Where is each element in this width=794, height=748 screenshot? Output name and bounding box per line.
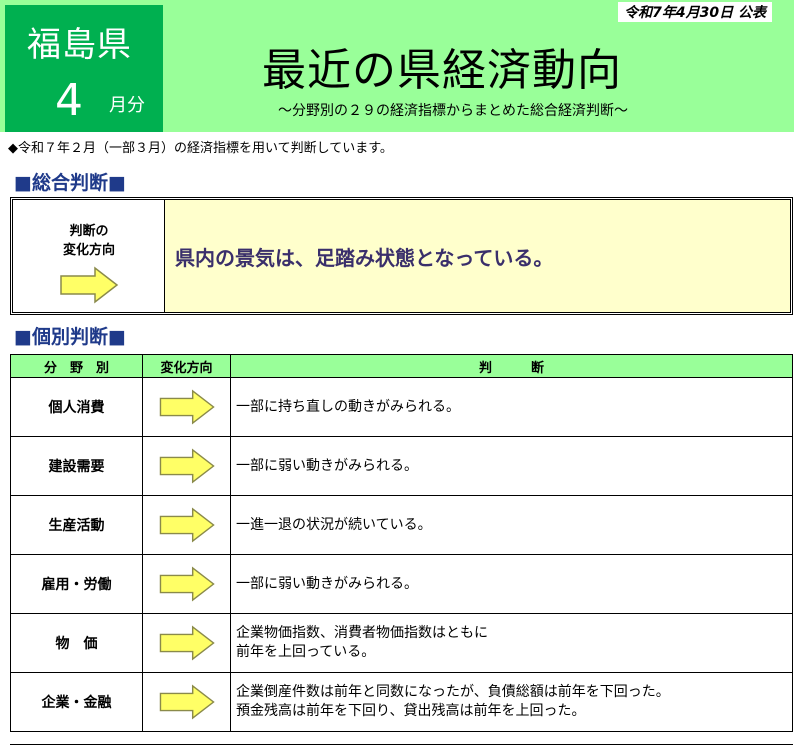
overall-judgment-box: 判断の 変化方向 県内の景気は、足踏み状態となっている。: [10, 197, 793, 315]
page-title: 最近の県経済動向: [262, 45, 622, 96]
sector-judgment: 企業物価指数、消費者物価指数はともに 前年を上回っている。: [230, 613, 793, 673]
judgment-line: 一部に弱い動きがみられる。: [236, 457, 418, 474]
judgment-line: 企業倒産件数は前年と同数になったが、負債総額は前年を下回った。: [236, 684, 670, 700]
basis-note: ◆令和７年２月（一部３月）の経済指標を用いて判断しています。: [8, 141, 393, 156]
sector-category: 生産活動: [10, 495, 143, 555]
judgment-line: 一進一退の状況が続いている。: [236, 516, 432, 533]
sector-judgment: 一部に持ち直しの動きがみられる。: [230, 377, 793, 437]
overall-judgment-text: 県内の景気は、足踏み状態となっている。: [175, 246, 554, 270]
direction-label: 判断の 変化方向: [13, 222, 165, 260]
header-category: 分 野 別: [10, 354, 143, 378]
month-suffix: 月分: [109, 95, 145, 116]
right-arrow-icon: [159, 566, 215, 602]
table-row: 雇用・労働 一部に弱い動きがみられる。: [10, 554, 793, 614]
overall-direction-cell: 判断の 変化方向: [13, 200, 165, 312]
header-direction: 変化方向: [142, 354, 231, 378]
sector-judgment: 企業倒産件数は前年と同数になったが、負債総額は前年を下回った。 預金残高は前年を下…: [230, 672, 793, 732]
right-arrow-icon: [159, 625, 215, 661]
table-row: 建設需要 一部に弱い動きがみられる。: [10, 436, 793, 496]
prefecture-name: 福島県: [27, 25, 132, 65]
sector-judgment-table: 分 野 別 変化方向 判 断 個人消費 一部に持ち直しの動きがみられる。 建設需要一…: [10, 354, 793, 732]
judgment-line: 一部に持ち直しの動きがみられる。: [236, 398, 460, 415]
header-judgment: 判 断: [230, 354, 793, 378]
right-arrow-icon: [159, 684, 215, 720]
direction-label-line2: 変化方向: [62, 243, 115, 258]
prefecture-badge: 福島県 4 月分: [5, 5, 163, 132]
table-row: 物 価 企業物価指数、消費者物価指数はともに 前年を上回っている。: [10, 613, 793, 673]
right-arrow-icon: [159, 507, 215, 543]
individual-section-title: ■個別判断■: [14, 326, 126, 348]
sector-category: 雇用・労働: [10, 554, 143, 614]
sector-direction: [142, 613, 231, 673]
sector-direction: [142, 436, 231, 496]
month-number: 4: [55, 75, 83, 126]
judgment-line: 企業物価指数、消費者物価指数はともに: [236, 625, 488, 641]
direction-label-line1: 判断の: [69, 224, 109, 239]
sector-direction: [142, 672, 231, 732]
table-row: 企業・金融 企業倒産件数は前年と同数になったが、負債総額は前年を下回った。 預金残高…: [10, 672, 793, 732]
right-arrow-icon: [159, 389, 215, 425]
sector-category: 物 価: [10, 613, 143, 673]
page-subtitle: ～分野別の２９の経済指標からまとめた総合経済判断～: [278, 103, 628, 119]
sector-direction: [142, 495, 231, 555]
sector-category: 建設需要: [10, 436, 143, 496]
overall-section-title: ■総合判断■: [14, 172, 126, 194]
table-row: 生産活動 一進一退の状況が続いている。: [10, 495, 793, 555]
publication-date: 令和7年4月30日 公表: [618, 2, 772, 22]
sector-category: 企業・金融: [10, 672, 143, 732]
overall-judgment-cell: 県内の景気は、足踏み状態となっている。: [165, 200, 790, 312]
right-arrow-icon: [60, 266, 119, 304]
sector-direction: [142, 377, 231, 437]
judgment-line: 一部に弱い動きがみられる。: [236, 575, 418, 592]
sector-category: 個人消費: [10, 377, 143, 437]
sector-judgment: 一進一退の状況が続いている。: [230, 495, 793, 555]
table-row: 個人消費 一部に持ち直しの動きがみられる。: [10, 377, 793, 437]
judgment-line: 前年を上回っている。: [236, 644, 376, 660]
bottom-rule: [10, 744, 793, 745]
sector-judgment: 一部に弱い動きがみられる。: [230, 554, 793, 614]
right-arrow-icon: [159, 448, 215, 484]
sector-judgment: 一部に弱い動きがみられる。: [230, 436, 793, 496]
sector-direction: [142, 554, 231, 614]
report-header: 福島県 4 月分 令和7年4月30日 公表 最近の県経済動向 ～分野別の２９の経…: [0, 0, 794, 132]
table-header-row: 分 野 別 変化方向 判 断: [10, 354, 793, 378]
judgment-line: 預金残高は前年を下回り、貸出残高は前年を上回った。: [236, 703, 586, 719]
